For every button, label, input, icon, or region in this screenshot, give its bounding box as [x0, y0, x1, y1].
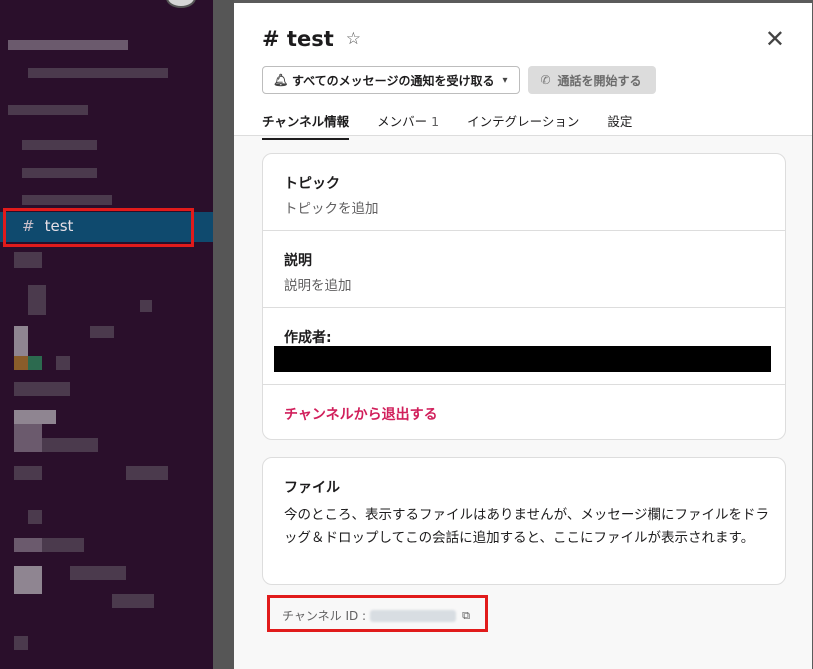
- avatar-blur: [14, 410, 56, 424]
- workspace-name-blur: [8, 40, 128, 50]
- sidebar-item-blur: [22, 140, 97, 150]
- modal-overlay: [213, 0, 234, 669]
- files-empty-text: 今のところ、表示するファイルはありませんが、メッセージ欄にファイルをドラッグ＆ド…: [284, 507, 770, 546]
- avatar-blur: [14, 538, 42, 552]
- sidebar-item-blur: [22, 168, 97, 178]
- member-count: 1: [431, 114, 440, 129]
- sidebar-item-blur: [22, 195, 112, 205]
- sidebar-item-blur: [14, 636, 28, 650]
- sidebar-item-blur: [140, 300, 152, 312]
- tab-label: 設定: [607, 114, 633, 129]
- sidebar-item-blur: [28, 510, 42, 524]
- action-buttons: 🔔︎ すべてのメッセージの通知を受け取る ▾ ✆ 通話を開始する: [262, 66, 656, 94]
- dialog-header: # test ☆ ✕ 🔔︎ すべてのメッセージの通知を受け取る ▾ ✆ 通話を開…: [234, 3, 812, 140]
- files-title: ファイル: [284, 480, 340, 496]
- channel-title: # test: [262, 27, 334, 51]
- sidebar-item-blur: [28, 68, 168, 78]
- title-row: # test ☆: [262, 27, 361, 51]
- avatar-blur: [14, 326, 28, 356]
- sidebar-item-blur: [90, 326, 114, 338]
- sidebar: # test: [0, 0, 213, 669]
- highlight-box-sidebar: [3, 208, 194, 247]
- divider: [263, 230, 785, 231]
- avatar-blur: [28, 356, 42, 370]
- tab-channel-info[interactable]: チャンネル情報: [262, 111, 350, 140]
- description-placeholder: 説明を追加: [284, 278, 352, 294]
- tab-label: メンバー: [377, 114, 428, 129]
- sidebar-item-blur: [126, 466, 168, 480]
- tab-label: インテグレーション: [467, 114, 580, 129]
- description-title: 説明: [284, 253, 312, 269]
- tab-settings[interactable]: 設定: [607, 111, 632, 140]
- start-call-button[interactable]: ✆ 通話を開始する: [528, 66, 656, 94]
- bell-icon: 🔔︎: [273, 72, 289, 87]
- tab-integrations[interactable]: インテグレーション: [467, 111, 579, 140]
- avatar-blur: [14, 424, 42, 452]
- avatar-blur: [14, 566, 42, 594]
- creator-title: 作成者:: [284, 330, 332, 346]
- start-call-label: 通話を開始する: [557, 73, 642, 88]
- topic-section[interactable]: トピック トピックを追加: [263, 173, 785, 217]
- sidebar-section-blur: [8, 105, 88, 115]
- sidebar-item-blur: [56, 356, 70, 370]
- files-card: ファイル 今のところ、表示するファイルはありませんが、メッセージ欄にファイルをド…: [262, 457, 786, 585]
- sidebar-item-blur: [28, 285, 46, 315]
- phone-icon: ✆: [540, 73, 551, 87]
- sidebar-item-blur: [42, 438, 98, 452]
- leave-channel-link[interactable]: チャンネルから退出する: [284, 404, 438, 424]
- sidebar-item-blur: [112, 594, 154, 608]
- creator-section: 作成者:: [263, 327, 785, 347]
- notification-settings-label: すべてのメッセージの通知を受け取る: [292, 73, 495, 88]
- sidebar-item-blur: [14, 382, 70, 396]
- description-section[interactable]: 説明 説明を追加: [263, 250, 785, 294]
- avatar[interactable]: [166, 0, 196, 8]
- highlight-box-channel-id: [267, 595, 488, 632]
- star-icon[interactable]: ☆: [346, 29, 361, 49]
- tab-members[interactable]: メンバー 1: [377, 111, 439, 140]
- sidebar-item-blur: [14, 252, 42, 268]
- topic-placeholder: トピックを追加: [284, 201, 379, 217]
- redacted-creator: [274, 346, 771, 372]
- tab-bar: チャンネル情報 メンバー 1 インテグレーション 設定: [262, 111, 632, 140]
- topic-title: トピック: [284, 176, 340, 192]
- close-icon[interactable]: ✕: [765, 27, 785, 51]
- divider: [263, 384, 785, 385]
- avatar-blur: [14, 356, 28, 370]
- channel-details-dialog: # test ☆ ✕ 🔔︎ すべてのメッセージの通知を受け取る ▾ ✆ 通話を開…: [234, 3, 812, 669]
- sidebar-item-blur: [14, 466, 42, 480]
- chevron-down-icon: ▾: [502, 74, 508, 86]
- about-card: トピック トピックを追加 説明 説明を追加 作成者: チャンネルから退出する: [262, 153, 786, 440]
- sidebar-item-blur: [70, 566, 126, 580]
- tab-label: チャンネル情報: [262, 114, 350, 129]
- notification-settings-button[interactable]: 🔔︎ すべてのメッセージの通知を受け取る ▾: [262, 66, 521, 94]
- divider: [263, 307, 785, 308]
- sidebar-item-blur: [42, 538, 84, 552]
